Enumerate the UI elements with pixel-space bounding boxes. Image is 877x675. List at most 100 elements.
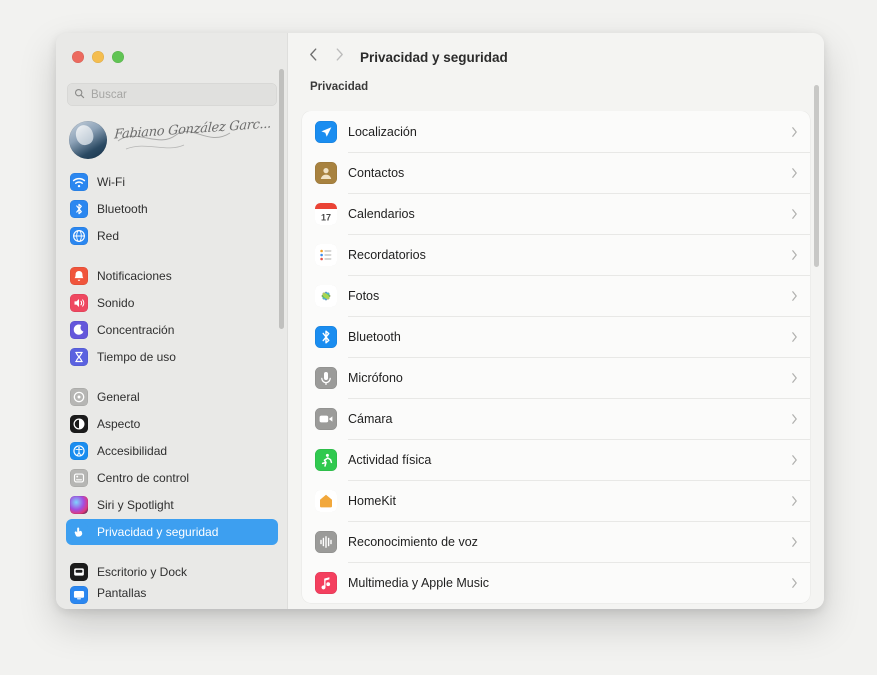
speech-recognition-icon — [315, 530, 337, 553]
desktop-dock-icon — [70, 563, 88, 581]
list-item-label: Multimedia y Apple Music — [348, 575, 490, 590]
toolbar: Privacidad y seguridad — [288, 33, 824, 81]
siri-icon — [70, 496, 88, 514]
sidebar-item-control-center[interactable]: Centro de control — [66, 465, 278, 491]
sidebar-item-label: Concentración — [97, 323, 175, 337]
list-item-label: Fotos — [348, 288, 380, 303]
list-item-label: Contactos — [348, 165, 405, 180]
sidebar-item-wifi[interactable]: Wi-Fi — [66, 169, 278, 195]
list-item-fotos[interactable]: Fotos — [302, 275, 810, 316]
control-center-icon — [70, 469, 88, 487]
content-scrollbar[interactable] — [814, 85, 819, 267]
account-name: Fabiano González Garc... — [113, 116, 272, 143]
list-item-actividad-fisica[interactable]: Actividad física — [302, 439, 810, 480]
sidebar-item-focus[interactable]: Concentración — [66, 317, 278, 343]
sidebar-item-privacy-security[interactable]: Privacidad y seguridad — [66, 519, 278, 545]
location-arrow-icon — [315, 120, 337, 143]
forward-chevron-icon — [335, 47, 344, 67]
back-button[interactable] — [300, 44, 326, 70]
fitness-icon — [315, 448, 337, 471]
appearance-icon — [70, 415, 88, 433]
sidebar-item-label: Privacidad y seguridad — [97, 525, 219, 539]
list-item-label: Micrófono — [348, 370, 403, 385]
sidebar-group-alerts: Notificaciones Sonido Concentración Tiem… — [56, 263, 287, 370]
list-item-contactos[interactable]: Contactos — [302, 152, 810, 193]
sidebar-item-label: Pantallas — [97, 586, 147, 600]
sidebar-item-appearance[interactable]: Aspecto — [66, 411, 278, 437]
list-item-microfono[interactable]: Micrófono — [302, 357, 810, 398]
list-item-label: Calendarios — [348, 206, 415, 221]
chevron-right-icon — [791, 126, 798, 138]
sidebar-item-desktop-dock[interactable]: Escritorio y Dock — [66, 559, 278, 585]
sidebar-item-siri-spotlight[interactable]: Siri y Spotlight — [66, 492, 278, 518]
system-settings-window: Buscar Fabiano González Garc... Wi-Fi Bl… — [56, 33, 824, 609]
photos-icon — [315, 284, 337, 307]
sidebar-item-label: Aspecto — [97, 417, 141, 431]
list-item-camara[interactable]: Cámara — [302, 398, 810, 439]
close-button[interactable] — [72, 51, 84, 63]
screen: Buscar Fabiano González Garc... Wi-Fi Bl… — [0, 0, 877, 675]
list-item-label: Recordatorios — [348, 247, 426, 262]
minimize-button[interactable] — [92, 51, 104, 63]
calendar-day-number: 17 — [321, 212, 331, 222]
music-icon — [315, 571, 337, 594]
contacts-icon — [315, 161, 337, 184]
list-item-multimedia-apple-music[interactable]: Multimedia y Apple Music — [302, 562, 810, 603]
sidebar: Buscar Fabiano González Garc... Wi-Fi Bl… — [56, 33, 288, 609]
zoom-button[interactable] — [112, 51, 124, 63]
list-item-reconocimiento-de-voz[interactable]: Reconocimiento de voz — [302, 521, 810, 562]
settings-list-scroll: Localización Contactos 17 Calendarios Re… — [288, 111, 824, 609]
section-heading: Privacidad — [310, 81, 369, 93]
list-item-recordatorios[interactable]: Recordatorios — [302, 234, 810, 275]
list-item-label: Cámara — [348, 411, 393, 426]
sidebar-item-sound[interactable]: Sonido — [66, 290, 278, 316]
sidebar-item-label: Notificaciones — [97, 269, 172, 283]
list-item-localizacion[interactable]: Localización — [302, 111, 810, 152]
account-row[interactable]: Fabiano González Garc... — [66, 116, 278, 163]
list-item-homekit[interactable]: HomeKit — [302, 480, 810, 521]
list-item-label: Bluetooth — [348, 329, 401, 344]
list-item-bluetooth[interactable]: Bluetooth — [302, 316, 810, 357]
sidebar-item-general[interactable]: General — [66, 384, 278, 410]
chevron-right-icon — [791, 372, 798, 384]
list-item-label: Localización — [348, 124, 417, 139]
sidebar-item-screen-time[interactable]: Tiempo de uso — [66, 344, 278, 370]
notifications-icon — [70, 267, 88, 285]
forward-button[interactable] — [326, 44, 352, 70]
chevron-right-icon — [791, 331, 798, 343]
window-controls — [72, 51, 124, 63]
sound-icon — [70, 294, 88, 312]
chevron-right-icon — [791, 577, 798, 589]
chevron-right-icon — [791, 167, 798, 179]
sidebar-scrollbar[interactable] — [279, 69, 284, 329]
camera-icon — [315, 407, 337, 430]
sidebar-item-accessibility[interactable]: Accesibilidad — [66, 438, 278, 464]
sidebar-item-label: Sonido — [97, 296, 135, 310]
sidebar-scroll-area: Fabiano González Garc... Wi-Fi Bluetooth… — [56, 115, 287, 609]
displays-icon — [70, 586, 88, 604]
sidebar-group-connectivity: Wi-Fi Bluetooth Red — [56, 169, 287, 249]
settings-card: Localización Contactos 17 Calendarios Re… — [302, 111, 810, 603]
accessibility-icon — [70, 442, 88, 460]
network-globe-icon — [70, 227, 88, 245]
sidebar-item-label: Centro de control — [97, 471, 190, 485]
sidebar-item-label: General — [97, 390, 140, 404]
sidebar-group-system: General Aspecto Accesibilidad Centro de … — [56, 384, 287, 545]
sidebar-item-bluetooth[interactable]: Bluetooth — [66, 196, 278, 222]
list-item-calendarios[interactable]: 17 Calendarios — [302, 193, 810, 234]
list-item-label: HomeKit — [348, 493, 396, 508]
general-gear-icon — [70, 388, 88, 406]
bluetooth-icon — [315, 325, 337, 348]
sidebar-item-label: Bluetooth — [97, 202, 148, 216]
list-item-label: Actividad física — [348, 452, 432, 467]
chevron-right-icon — [791, 290, 798, 302]
search-field[interactable]: Buscar — [67, 83, 277, 106]
list-item-label: Reconocimiento de voz — [348, 534, 478, 549]
chevron-right-icon — [791, 536, 798, 548]
microphone-icon — [315, 366, 337, 389]
sidebar-item-displays[interactable]: Pantallas — [66, 586, 278, 604]
sidebar-group-desktop: Escritorio y Dock Pantallas — [56, 559, 287, 604]
sidebar-item-network[interactable]: Red — [66, 223, 278, 249]
sidebar-item-notifications[interactable]: Notificaciones — [66, 263, 278, 289]
calendar-icon: 17 — [315, 202, 337, 225]
